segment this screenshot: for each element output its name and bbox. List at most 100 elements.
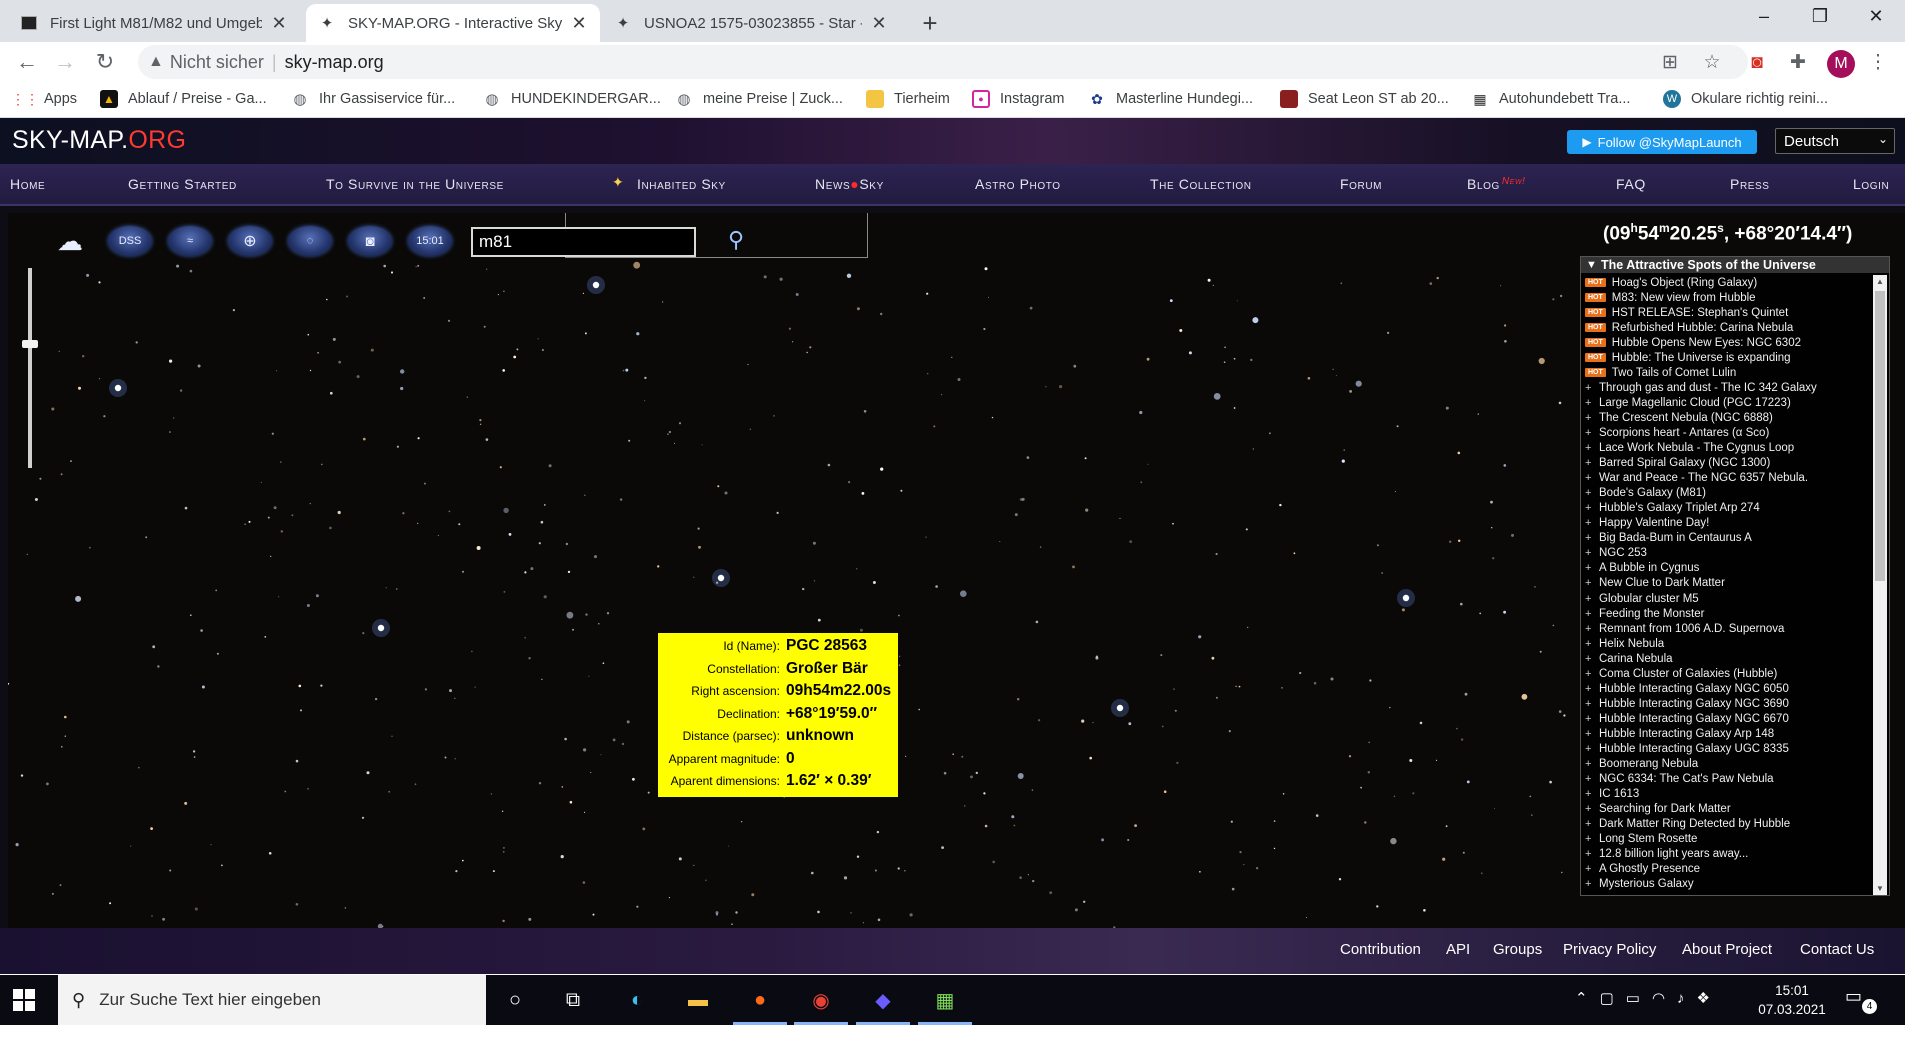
minimize-icon[interactable]: – [1744, 6, 1784, 27]
spot-item[interactable]: + The Crescent Nebula (NGC 6888) [1585, 410, 1873, 425]
close-tab-icon[interactable]: ✕ [270, 13, 288, 34]
spot-item[interactable]: + Barred Spiral Galaxy (NGC 1300) [1585, 456, 1873, 471]
search-input[interactable]: m81 [471, 227, 696, 257]
globe-grid-button[interactable]: ⊕ [228, 226, 272, 256]
extension-pocket-icon[interactable]: ◙ [1745, 51, 1769, 75]
task-view-icon[interactable]: ⧉ [558, 985, 588, 1015]
search-icon[interactable]: ⚲ [728, 227, 758, 257]
spot-item[interactable]: + A Ghostly Presence [1585, 862, 1873, 877]
nav-getting-started[interactable]: Getting Started [128, 176, 237, 192]
spot-item[interactable]: + NGC 6334: The Cat's Paw Nebula [1585, 772, 1873, 787]
galaxy-button[interactable]: ◌ [288, 226, 332, 256]
spot-item[interactable]: + War and Peace - The NGC 6357 Nebula. [1585, 471, 1873, 486]
spots-header[interactable]: ▼ The Attractive Spots of the Universe [1581, 257, 1889, 273]
dss-button[interactable]: DSS [108, 226, 152, 256]
spot-item[interactable]: + IC 1613 [1585, 787, 1873, 802]
wifi-icon[interactable]: ◠ [1652, 989, 1665, 1007]
battery-icon[interactable]: ▭ [1626, 989, 1640, 1007]
dropbox-icon[interactable]: ❖ [1697, 989, 1710, 1007]
footer-privacy[interactable]: Privacy Policy [1563, 941, 1656, 958]
tab-usnoa2[interactable]: ✦ USNOA2 1575-03023855 - Star - ✕ [602, 4, 900, 42]
scroll-thumb[interactable] [1875, 291, 1885, 581]
zoom-handle[interactable] [22, 340, 38, 348]
translate-icon[interactable]: ⊞ [1658, 51, 1682, 75]
spot-item[interactable]: + Hubble Interacting Galaxy Arp 148 [1585, 726, 1873, 741]
nav-login[interactable]: Login [1853, 176, 1889, 192]
spot-item[interactable]: + New Clue to Dark Matter [1585, 576, 1873, 591]
tab-first-light[interactable]: First Light M81/M82 und Umgeb ✕ [8, 4, 300, 42]
tab-sky-map[interactable]: ✦ SKY-MAP.ORG - Interactive Sky M ✕ [306, 4, 600, 42]
nav-news-sky[interactable]: News●Sky [815, 176, 884, 192]
nav-faq[interactable]: FAQ [1616, 176, 1646, 192]
bookmark-seat-leon[interactable]: Seat Leon ST ab 20... [1280, 90, 1449, 108]
reload-icon[interactable]: ↻ [90, 48, 120, 76]
back-icon[interactable]: ← [12, 48, 42, 76]
new-tab-button[interactable]: + [915, 8, 945, 39]
spot-item[interactable]: + Helix Nebula [1585, 636, 1873, 651]
notification-center-icon[interactable]: ▭ [1845, 986, 1862, 1007]
close-window-icon[interactable]: ✕ [1856, 6, 1896, 27]
spots-scrollbar[interactable]: ▲ ▼ [1873, 275, 1887, 895]
spot-item[interactable]: + Scorpions heart - Antares (α Sco) [1585, 425, 1873, 440]
spot-item[interactable]: HOT Hubble Opens New Eyes: NGC 6302 [1585, 335, 1873, 350]
spot-item[interactable]: + Through gas and dust - The IC 342 Galax… [1585, 380, 1873, 395]
cortana-icon[interactable]: ○ [500, 985, 530, 1015]
close-tab-icon[interactable]: ✕ [570, 13, 588, 34]
site-logo[interactable]: SKY-MAP.ORG [12, 126, 186, 155]
app-cube-icon[interactable]: ◆ [868, 985, 898, 1015]
nav-press[interactable]: Press [1730, 176, 1770, 192]
spot-item[interactable]: + Bode's Galaxy (M81) [1585, 486, 1873, 501]
bookmark-star-icon[interactable]: ☆ [1700, 51, 1724, 75]
spot-item[interactable]: HOT Hoag's Object (Ring Galaxy) [1585, 275, 1873, 290]
twitter-follow-button[interactable]: ▶ Follow @SkyMapLaunch [1567, 130, 1757, 154]
device-icon[interactable]: ▢ [1600, 989, 1614, 1007]
edge-icon[interactable]: ◐ [622, 985, 652, 1015]
time-button[interactable]: 15:01 [408, 226, 452, 256]
bookmark-gassiservice[interactable]: ◍ Ihr Gassiservice für... [291, 90, 455, 108]
spot-item[interactable]: + Remnant from 1006 A.D. Supernova [1585, 621, 1873, 636]
footer-contribution[interactable]: Contribution [1340, 941, 1421, 958]
nav-blog[interactable]: Blog New! [1467, 176, 1526, 192]
spot-item[interactable]: + NGC 253 [1585, 546, 1873, 561]
bookmark-autohundebett[interactable]: ▦ Autohundebett Tra... [1471, 90, 1630, 108]
nav-forum[interactable]: Forum [1340, 176, 1382, 192]
spot-item[interactable]: + Carina Nebula [1585, 651, 1873, 666]
scroll-up-icon[interactable]: ▲ [1876, 277, 1884, 286]
footer-about[interactable]: About Project [1682, 941, 1772, 958]
bookmark-apps[interactable]: ⋮⋮ Apps [11, 90, 77, 108]
bookmark-instagram[interactable]: ● Instagram [972, 90, 1064, 108]
nav-inhabited-sky[interactable]: Inhabited Sky [637, 176, 726, 192]
footer-api[interactable]: API [1446, 941, 1470, 958]
nav-the-collection[interactable]: The Collection [1150, 176, 1252, 192]
menu-kebab-icon[interactable]: ⋮ [1866, 51, 1890, 75]
spot-item[interactable]: + Globular cluster M5 [1585, 591, 1873, 606]
spot-item[interactable]: + Searching for Dark Matter [1585, 802, 1873, 817]
spot-item[interactable]: + Happy Valentine Day! [1585, 516, 1873, 531]
spot-item[interactable]: + Hubble's Galaxy Triplet Arp 274 [1585, 501, 1873, 516]
bookmark-ablauf[interactable]: ▲ Ablauf / Preise - Ga... [100, 90, 267, 108]
close-tab-icon[interactable]: ✕ [870, 13, 888, 34]
language-select[interactable]: Deutsch ⌄ [1775, 128, 1895, 154]
bookmark-okulare[interactable]: W Okulare richtig reini... [1663, 90, 1828, 108]
app-grid-icon[interactable]: ▦ [930, 985, 960, 1015]
bookmark-meine-preise[interactable]: ◍ meine Preise | Zuck... [675, 90, 843, 108]
spot-item[interactable]: + Long Stem Rosette [1585, 832, 1873, 847]
sky-mode-icon[interactable]: ☁ [48, 226, 92, 256]
spot-item[interactable]: HOT Refurbished Hubble: Carina Nebula [1585, 320, 1873, 335]
spot-item[interactable]: + Coma Cluster of Galaxies (Hubble) [1585, 666, 1873, 681]
windows-start-icon[interactable] [12, 988, 36, 1012]
bookmark-hundekindergarten[interactable]: ◍ HUNDEKINDERGAR... [483, 90, 660, 108]
spot-item[interactable]: + Hubble Interacting Galaxy UGC 8335 [1585, 741, 1873, 756]
taskbar-clock[interactable]: 15:01 07.03.2021 [1756, 981, 1828, 1019]
scroll-down-icon[interactable]: ▼ [1876, 884, 1884, 893]
nav-to-survive[interactable]: To Survive in the Universe [326, 176, 504, 192]
footer-contact[interactable]: Contact Us [1800, 941, 1874, 958]
nav-home[interactable]: Home [10, 176, 45, 192]
spot-item[interactable]: HOT M83: New view from Hubble [1585, 290, 1873, 305]
spot-item[interactable]: + Hubble Interacting Galaxy NGC 3690 [1585, 696, 1873, 711]
extensions-puzzle-icon[interactable]: ✚ [1786, 51, 1810, 75]
spot-item[interactable]: +12.8 billion light years away... [1585, 847, 1873, 862]
firefox-icon[interactable]: ● [745, 985, 775, 1015]
camera-button[interactable]: ◙ [348, 226, 392, 256]
forward-icon[interactable]: → [50, 48, 80, 76]
